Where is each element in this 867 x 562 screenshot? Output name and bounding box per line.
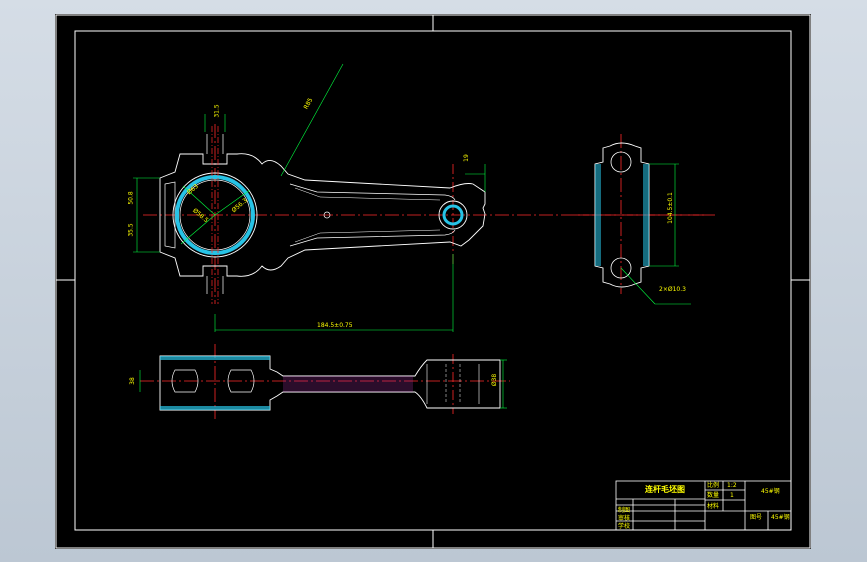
dim-bolt-callout: 2×Ø10.3 <box>659 286 686 293</box>
dim-right-height: 104.5±0.1 <box>666 192 674 224</box>
weight-label: 材料 <box>707 503 720 510</box>
scale-value: 1:2 <box>727 482 737 489</box>
drawing-canvas <box>55 14 811 549</box>
top-view <box>139 344 510 419</box>
dim-bottom-left: 38 <box>128 377 136 385</box>
centering-marks <box>56 15 810 548</box>
drawing-sheet: 连杆毛坯图 比例 1:2 数量 1 45#钢 材料 图号 制图 审核 学校 45… <box>55 14 811 549</box>
dim-top-small: 31.5 <box>213 104 221 118</box>
material-value: 45#钢 <box>761 488 780 495</box>
drawn-label: 制图 <box>618 507 631 514</box>
school-value: 45#钢 <box>771 514 790 521</box>
dim-small-end-h: 19 <box>462 154 470 162</box>
dim-crank-height: 35.5 <box>127 223 135 237</box>
quantity-label: 数量 <box>707 492 720 499</box>
cad-viewport[interactable]: 连杆毛坯图 比例 1:2 数量 1 45#钢 材料 图号 制图 审核 学校 45… <box>0 0 867 562</box>
dim-center-distance: 184.5±0.75 <box>317 322 353 329</box>
inner-frame <box>74 30 792 531</box>
side-view <box>575 134 715 305</box>
sheet-label: 图号 <box>750 514 763 521</box>
shank-section <box>283 376 413 392</box>
dim-crank-width: 50.8 <box>127 191 135 205</box>
drawing-title: 连杆毛坯图 <box>645 485 685 494</box>
dim-bottom-right: Ø38 <box>491 373 499 387</box>
scale-label: 比例 <box>707 482 720 489</box>
quantity-value: 1 <box>730 492 734 499</box>
checked-label: 审核 <box>618 515 631 522</box>
outer-frame <box>55 14 811 549</box>
school-label: 学校 <box>618 523 631 530</box>
